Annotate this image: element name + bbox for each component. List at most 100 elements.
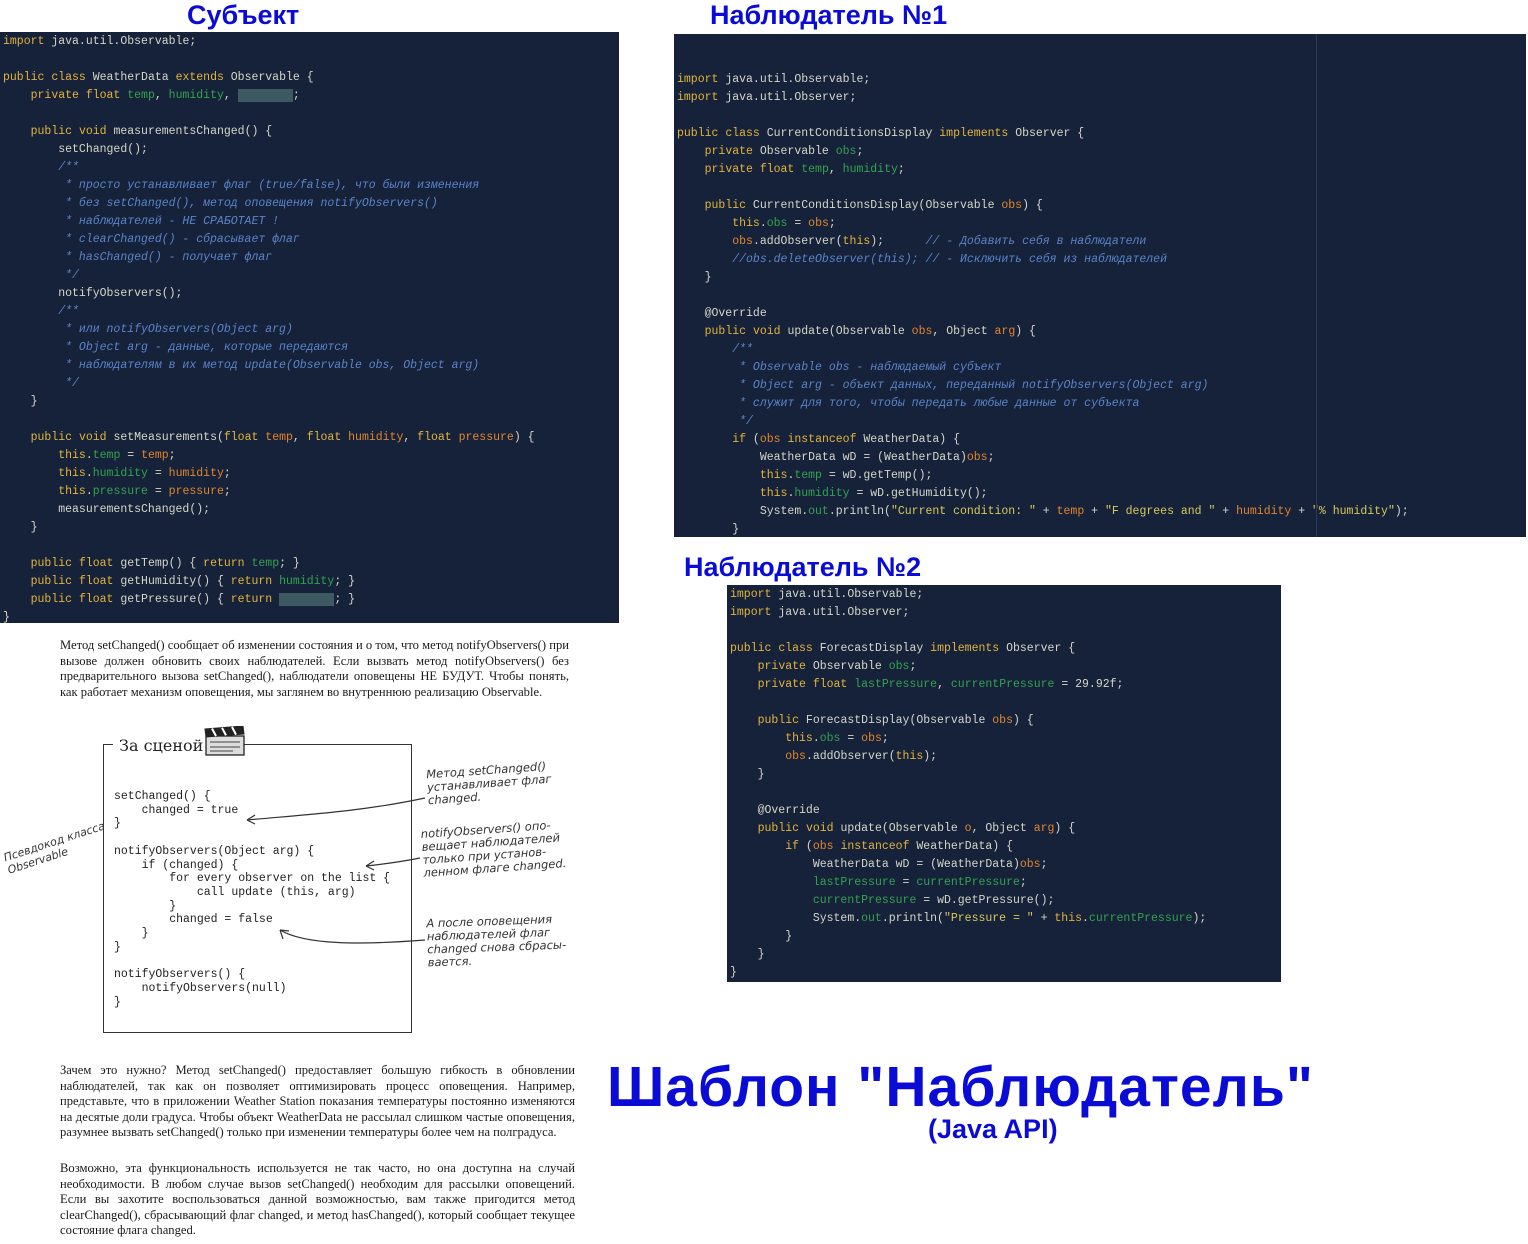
code-line: WeatherData wD = (WeatherData)obs; xyxy=(730,858,1048,871)
code-line: ​ xyxy=(677,179,1526,197)
code-line: public float getPressure() { return pres… xyxy=(30,593,356,606)
code-line: } xyxy=(730,930,793,943)
code-line: measurementsChanged(); xyxy=(3,503,211,516)
observer1-heading: Наблюдатель №1 xyxy=(710,0,948,30)
code-line: * Object arg - объект данных, переданный… xyxy=(677,379,1209,392)
code-line: * Object arg - данные, которые передаютс… xyxy=(3,341,349,354)
observer2-code-panel: import java.util.Observable; import java.… xyxy=(727,585,1281,982)
code-line: if (obs instanceof WeatherData) { xyxy=(785,840,1014,853)
code-line: * или notifyObservers(Object arg) xyxy=(3,323,293,336)
code-line: private float temp, humidity, pressure; xyxy=(30,89,300,102)
subject-code-panel: import java.util.Observable; ​ public clas… xyxy=(0,32,619,623)
code-line: System.out.println("Current condition: "… xyxy=(677,505,1409,518)
code-line: */ xyxy=(677,415,753,428)
code-line: * служит для того, чтобы передать любые … xyxy=(677,397,1140,410)
note-reset: А после оповещения наблюдателей флаг cha… xyxy=(426,912,567,970)
code-line: this.humidity = wD.getHumidity(); xyxy=(759,487,988,500)
observable-pseudocode: setChanged() { changed = true } notifyOb… xyxy=(114,790,391,1009)
code-line: public float getHumidity() { return humi… xyxy=(30,575,356,588)
observer2-heading: Наблюдатель №2 xyxy=(684,552,922,582)
book-paragraph-2: Зачем это нужно? Метод setChanged() пред… xyxy=(60,1063,575,1139)
code-line: ​ xyxy=(730,622,1281,640)
code-line: import java.util.Observer; xyxy=(677,91,857,104)
behind-scenes-title: За сценой xyxy=(113,736,210,755)
code-line: setChanged(); xyxy=(3,143,148,156)
main-subtitle: (Java API) xyxy=(928,1114,1058,1144)
code-line: notifyObservers(); xyxy=(3,287,183,300)
code-line: public ForecastDisplay(Observable obs) { xyxy=(757,714,1034,727)
code-line: obs.addObserver(this); // - Добавить себ… xyxy=(732,235,1147,248)
code-line: private float lastPressure, currentPress… xyxy=(757,678,1124,691)
code-line: ​ xyxy=(3,411,619,429)
code-line: } xyxy=(677,271,712,284)
code-line: ​ xyxy=(3,105,619,123)
code-line: @Override xyxy=(730,804,820,817)
code-line: } xyxy=(3,395,38,408)
code-line: * Observable obs - наблюдаемый субъект xyxy=(677,361,1002,374)
code-line: } xyxy=(3,611,10,623)
code-line: /** xyxy=(3,305,79,318)
subject-heading: Субъект xyxy=(187,0,300,30)
code-line: */ xyxy=(3,269,79,282)
pseudocode-side-note: Псевдокод класса Observable xyxy=(2,819,107,877)
code-line: } xyxy=(730,948,765,961)
code-line: */ xyxy=(3,377,79,390)
code-line: obs.addObserver(this); xyxy=(785,750,938,763)
code-line: * clearChanged() - сбрасывает флаг xyxy=(3,233,300,246)
code-line: * наблюдателей - НЕ СРАБОТАЕТ ! xyxy=(3,215,280,228)
code-line: ​ xyxy=(730,784,1281,802)
code-line: System.out.println("Pressure = " + this.… xyxy=(730,912,1207,925)
code-line: this.obs = obs; xyxy=(732,217,836,230)
code-line: * наблюдателям в их метод update(Observa… xyxy=(3,359,480,372)
code-line: import java.util.Observable; xyxy=(677,73,871,86)
code-line: currentPressure = wD.getPressure(); xyxy=(812,894,1055,907)
code-line: public CurrentConditionsDisplay(Observab… xyxy=(704,199,1043,212)
code-line: this.temp = temp; xyxy=(58,449,176,462)
code-line: ​ xyxy=(677,287,1526,305)
code-line: this.obs = obs; xyxy=(785,732,889,745)
code-line: public class ForecastDisplay implements … xyxy=(730,642,1076,655)
code-line: WeatherData wD = (WeatherData)obs; xyxy=(677,451,995,464)
code-line: import java.util.Observer; xyxy=(730,606,910,619)
code-line: public void update(Observable o, Object … xyxy=(757,822,1076,835)
code-line: this.temp = wD.getTemp(); xyxy=(759,469,933,482)
code-line: ​ xyxy=(3,537,619,555)
book-paragraph-3: Возможно, эта функциональность используе… xyxy=(60,1161,575,1237)
book-paragraph-1: Метод setChanged() сообщает об изменении… xyxy=(60,638,569,699)
code-line: import java.util.Observable; xyxy=(3,35,197,48)
note-notify: notifyObservers() опо- вещает наблюдател… xyxy=(420,817,567,880)
code-line: ​ xyxy=(3,51,619,69)
code-line: private Observable obs; xyxy=(704,145,864,158)
code-line: } xyxy=(677,523,740,536)
code-line: public void setMeasurements(float temp, … xyxy=(30,431,535,444)
code-line: public class CurrentConditionsDisplay im… xyxy=(677,127,1085,140)
code-line: public float getTemp() { return temp; } xyxy=(30,557,300,570)
code-line: @Override xyxy=(677,307,767,320)
right-margin-guide xyxy=(1316,34,1317,537)
code-line: * просто устанавливает флаг (true/false)… xyxy=(3,179,480,192)
code-line: lastPressure = currentPressure; xyxy=(812,876,1027,889)
code-line: public void measurementsChanged() { xyxy=(30,125,273,138)
code-line: if (obs instanceof WeatherData) { xyxy=(732,433,961,446)
code-line: * hasChanged() - получает флаг xyxy=(3,251,273,264)
code-line: } xyxy=(730,966,737,979)
code-line: /** xyxy=(3,161,79,174)
code-line: public void update(Observable obs, Objec… xyxy=(704,325,1036,338)
observer1-code-panel: import java.util.Observable; import java.… xyxy=(674,34,1526,537)
code-line: this.pressure = pressure; xyxy=(58,485,231,498)
note-setchanged: Метод setChanged() устанавливает флаг ch… xyxy=(425,759,552,808)
main-title: Шаблон "Наблюдатель" xyxy=(607,1055,1314,1119)
code-line: ​ xyxy=(677,107,1526,125)
code-line: } xyxy=(730,768,765,781)
clapperboard-icon xyxy=(204,726,245,756)
code-line: //obs.deleteObserver(this); // - Исключи… xyxy=(677,253,1167,266)
code-line: public class WeatherData extends Observa… xyxy=(3,71,314,84)
code-line: } xyxy=(3,521,38,534)
code-line: this.humidity = humidity; xyxy=(58,467,231,480)
code-line: ​ xyxy=(730,694,1281,712)
code-line: /** xyxy=(677,343,753,356)
code-line: private Observable obs; xyxy=(757,660,917,673)
code-line: * без setChanged(), метод оповещения not… xyxy=(3,197,438,210)
code-line: private float temp, humidity; xyxy=(704,163,905,176)
code-line: import java.util.Observable; xyxy=(730,588,924,601)
